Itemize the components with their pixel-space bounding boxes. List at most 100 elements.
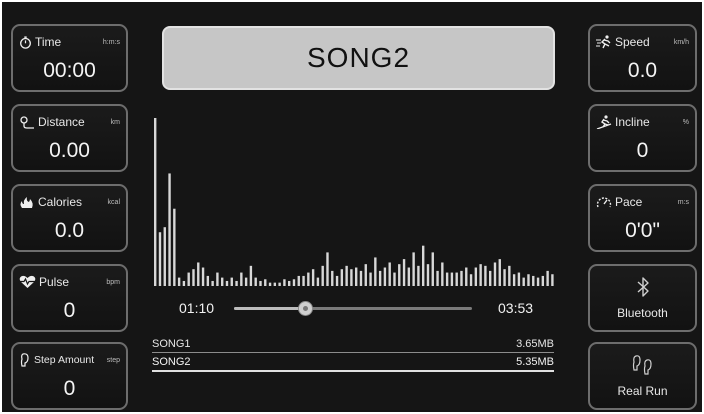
equalizer-bar [335,275,339,286]
progress-slider-fill [234,307,306,310]
treadmill-screen: Time h:m:s 00:00 Distance km 0.00 Calori… [2,2,702,412]
total-time: 03:53 [498,300,534,316]
equalizer-bar [345,265,348,286]
distance-panel: Distance km 0.00 [11,104,128,172]
stopwatch-icon [19,35,32,49]
equalizer-bar [460,270,463,286]
distance-value: 0.00 [49,139,90,162]
calories-label: Calories [38,195,83,209]
equalizer-bar [154,118,157,286]
equalizer-bar [422,245,425,286]
distance-icon [19,115,35,129]
equalizer-bar [259,280,262,286]
pulse-value: 0 [63,299,76,322]
distance-unit: km [110,118,120,126]
progress-slider-thumb[interactable] [298,301,314,316]
time-label: Time [35,35,62,49]
equalizer-bar [249,265,253,286]
equalizer-bar [398,264,401,286]
equalizer-bar [230,277,233,286]
time-panel: Time h:m:s 00:00 [11,24,128,92]
equalizer-bar [455,272,458,286]
equalizer-bar [407,267,411,286]
real-run-button[interactable]: Real Run [588,342,697,410]
equalizer-bar [197,262,200,286]
gauge-icon [596,196,612,209]
equalizer-bar [240,272,243,286]
equalizer-bar [216,272,219,286]
equalizer-bar [374,257,377,286]
equalizer-bar [254,277,257,286]
pace-value: 0'0" [625,219,660,242]
pace-unit: m:s [677,198,689,206]
speed-label: Speed [615,35,650,49]
equalizer-bar [201,267,205,286]
equalizer-bar [441,262,444,286]
equalizer-bar [283,279,286,286]
equalizer-bar [474,267,478,286]
equalizer-bar [211,280,214,286]
equalizer-bar [508,265,511,286]
equalizer-bar [311,269,315,286]
equalizer-bar [465,267,468,286]
footprints-icon [630,353,656,377]
equalizer-bar [431,252,434,286]
runner-incline-icon [596,115,612,129]
playlist-item[interactable]: SONG1 3.65MB [152,335,554,353]
equalizer-bar [527,274,530,286]
equalizer-bar [517,272,521,286]
equalizer-bar [503,269,506,286]
equalizer-bar [292,279,296,286]
incline-label: Incline [615,115,650,129]
speed-panel: Speed km/h 0.0 [588,24,697,92]
song-title-display: SONG2 [162,26,555,90]
equalizer-bar [522,277,525,286]
progress-slider[interactable] [234,301,472,316]
equalizer-bar [493,262,497,286]
pace-label: Pace [615,195,643,209]
equalizer-bar [177,277,181,286]
equalizer-bar [393,272,396,286]
speed-value: 0.0 [627,59,658,82]
equalizer-bar [402,259,406,286]
equalizer-bar [225,280,229,286]
playlist-item-size: 5.35MB [516,356,554,368]
equalizer-bar [546,270,549,286]
speed-unit: km/h [673,38,689,46]
bluetooth-button[interactable]: Bluetooth [588,264,697,332]
heart-pulse-icon [19,275,36,289]
calories-unit: kcal [107,198,120,206]
equalizer-bar [417,265,420,286]
equalizer-bar [192,269,195,286]
flame-icon [19,196,35,209]
equalizer-bar [297,275,300,286]
equalizer-bar [388,262,391,286]
equalizer-bar [469,274,473,286]
equalizer-bar [484,265,487,286]
equalizer-bar [541,275,545,286]
equalizer-bar [302,275,305,286]
equalizer-bar [173,208,176,286]
runner-speed-icon [596,35,612,49]
equalizer-bar [331,270,334,286]
equalizer-bar [321,265,324,286]
real-run-label: Real Run [617,384,668,398]
equalizer-bar [426,264,430,286]
equalizer-bar [288,280,291,286]
equalizer-visualizer [152,114,554,290]
equalizer-bar [536,277,540,286]
equalizer-bar [206,275,210,286]
incline-value: 0 [636,139,649,162]
equalizer-bar [158,232,162,286]
time-unit: h:m:s [102,38,120,46]
incline-unit: % [682,118,689,126]
equalizer-bar [355,267,358,286]
equalizer-bar [512,274,516,286]
playlist-item-active[interactable]: SONG2 5.35MB [152,353,554,372]
pace-panel: Pace m:s 0'0" [588,184,697,252]
incline-panel: Incline % 0 [588,104,697,172]
step-amount-unit: step [106,356,120,364]
bluetooth-icon [635,275,651,299]
footprint-icon [19,353,31,367]
equalizer-bar [307,272,310,286]
